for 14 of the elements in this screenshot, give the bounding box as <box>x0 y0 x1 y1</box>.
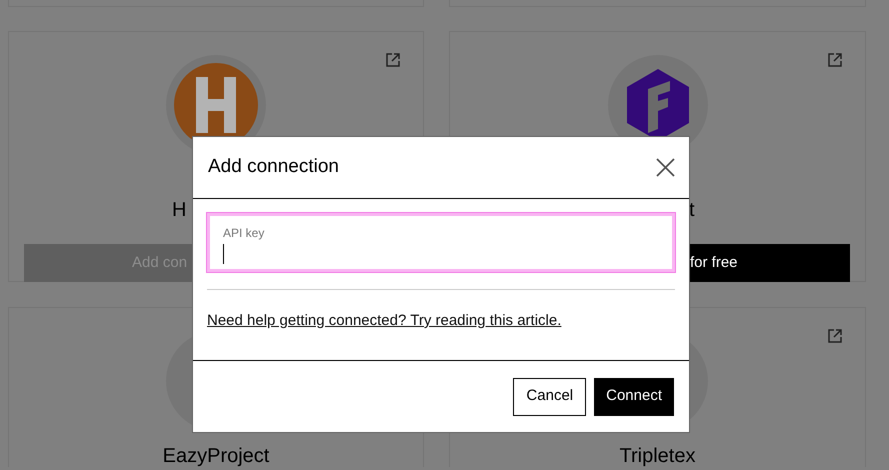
card-title: t <box>689 199 695 221</box>
external-link-icon[interactable] <box>827 328 843 344</box>
card-title: H <box>172 199 186 221</box>
help-link[interactable]: Need help getting connected? Try reading this article. <box>207 310 675 332</box>
cancel-button[interactable]: Cancel <box>513 378 586 416</box>
close-icon[interactable] <box>656 158 675 177</box>
external-link-icon[interactable] <box>827 52 843 68</box>
card-title: EazyProject <box>162 445 270 467</box>
field-label: API key <box>223 226 266 240</box>
dialog-title: Add connection <box>208 155 339 180</box>
external-link-icon[interactable] <box>385 52 401 68</box>
text-cursor <box>223 244 224 264</box>
card-title: Tripletex <box>620 445 696 467</box>
api-key-field[interactable]: API key <box>207 213 675 272</box>
